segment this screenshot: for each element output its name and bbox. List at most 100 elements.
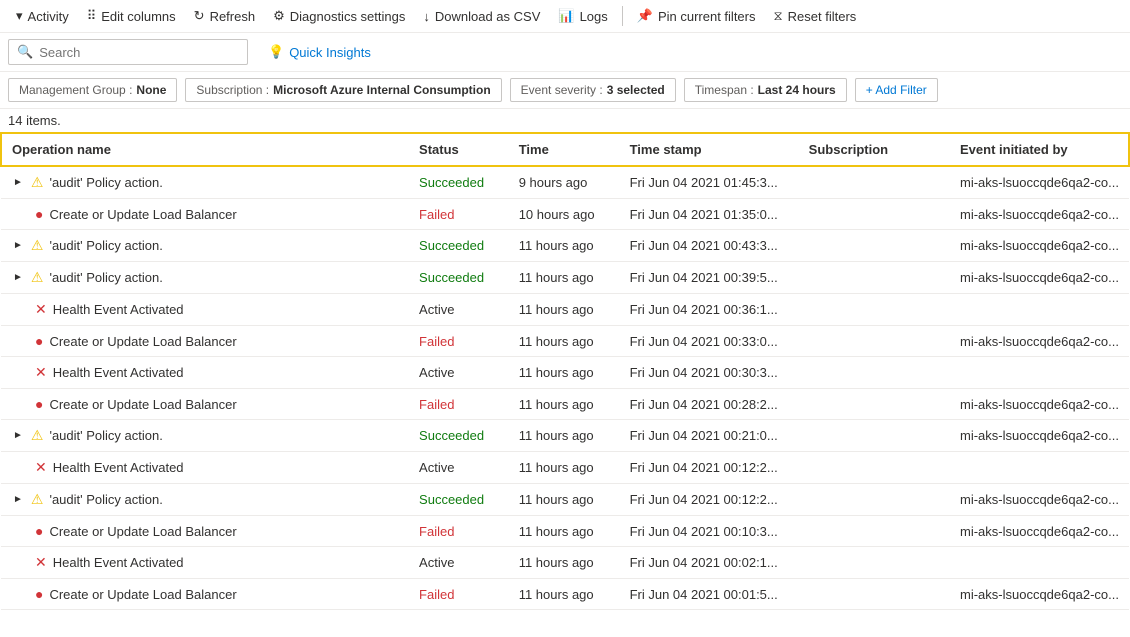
subscription-cell (799, 230, 950, 262)
edit-columns-button[interactable]: ⠿ Edit columns (79, 4, 184, 28)
table-row[interactable]: ► ⚠ 'audit' Policy action. Succeeded 9 h… (1, 166, 1129, 199)
table-row[interactable]: ► ⚠ 'audit' Policy action. Succeeded 11 … (1, 484, 1129, 516)
table-row[interactable]: ✕ Health Event Activated Active 11 hours… (1, 452, 1129, 484)
status-cell: Failed (409, 389, 509, 420)
subscription-cell (799, 579, 950, 610)
operation-name: 'audit' Policy action. (49, 492, 162, 507)
refresh-button[interactable]: ↻ Refresh (186, 4, 263, 28)
health-error-icon: ✕ (35, 554, 47, 571)
expand-button[interactable]: ► (11, 494, 25, 505)
table-row[interactable]: ► ⚠ 'audit' Policy action. Succeeded 11 … (1, 262, 1129, 294)
operation-name: Health Event Activated (53, 460, 184, 475)
initiated-cell (950, 547, 1129, 579)
search-icon: 🔍 (17, 44, 33, 60)
filter-val-2: 3 selected (607, 83, 665, 97)
table-row[interactable]: ● Create or Update Load Balancer Failed … (1, 579, 1129, 610)
logs-button[interactable]: 📊 Logs (550, 4, 615, 28)
timestamp-cell: Fri Jun 04 2021 00:02:1... (620, 547, 799, 579)
timestamp-cell: Fri Jun 04 2021 00:43:3... (620, 230, 799, 262)
subscription-cell (799, 452, 950, 484)
table-row[interactable]: ✕ Health Event Activated Active 11 hours… (1, 294, 1129, 326)
download-button[interactable]: ↓ Download as CSV (415, 5, 548, 28)
pin-filters-button[interactable]: 📌 Pin current filters (629, 4, 764, 28)
operation-cell: ► ⚠ 'audit' Policy action. (1, 484, 409, 516)
col-header-timestamp[interactable]: Time stamp (620, 133, 799, 166)
time-cell: 9 hours ago (509, 166, 620, 199)
initiated-cell: mi-aks-lsuoccqde6qa2-co... (950, 389, 1129, 420)
error-icon: ● (35, 586, 43, 602)
operation-name: Health Event Activated (53, 365, 184, 380)
reset-filters-button[interactable]: ⧖ Reset filters (766, 4, 865, 28)
table-row[interactable]: ► ⚠ 'audit' Policy action. Succeeded 11 … (1, 420, 1129, 452)
table-row[interactable]: ● Create or Update Load Balancer Failed … (1, 389, 1129, 420)
initiated-cell (950, 452, 1129, 484)
diagnostics-button[interactable]: ⚙ Diagnostics settings (265, 4, 413, 28)
operation-name: Create or Update Load Balancer (49, 524, 236, 539)
filter-event-severity[interactable]: Event severity : 3 selected (510, 78, 676, 102)
search-input[interactable] (39, 45, 239, 60)
timestamp-cell: Fri Jun 04 2021 00:39:5... (620, 262, 799, 294)
search-box: 🔍 (8, 39, 248, 65)
operation-name: Health Event Activated (53, 555, 184, 570)
col-header-time[interactable]: Time (509, 133, 620, 166)
filter-val-3: Last 24 hours (758, 83, 836, 97)
timestamp-cell: Fri Jun 04 2021 00:30:3... (620, 357, 799, 389)
initiated-cell: mi-aks-lsuoccqde6qa2-co... (950, 166, 1129, 199)
col-header-status[interactable]: Status (409, 133, 509, 166)
operation-cell: ✕ Health Event Activated (1, 294, 409, 326)
filter-val-1: Microsoft Azure Internal Consumption (273, 83, 491, 97)
status-cell: Active (409, 547, 509, 579)
operation-name: Create or Update Load Balancer (49, 397, 236, 412)
table-container: Operation name Status Time Time stamp Su… (0, 132, 1130, 610)
reset-icon: ⧖ (774, 8, 783, 24)
error-icon: ● (35, 206, 43, 222)
filter-timespan[interactable]: Timespan : Last 24 hours (684, 78, 847, 102)
col-header-operation[interactable]: Operation name (1, 133, 409, 166)
filter-key-2: Event severity : (521, 83, 603, 97)
activity-button[interactable]: ▾ Activity (8, 4, 77, 28)
expand-button[interactable]: ► (11, 177, 25, 188)
download-icon: ↓ (423, 9, 430, 24)
operation-name: Create or Update Load Balancer (49, 207, 236, 222)
subscription-cell (799, 357, 950, 389)
timestamp-cell: Fri Jun 04 2021 00:28:2... (620, 389, 799, 420)
operation-cell: ► ⚠ 'audit' Policy action. (1, 420, 409, 452)
operation-name: Create or Update Load Balancer (49, 587, 236, 602)
col-header-subscription[interactable]: Subscription (799, 133, 950, 166)
expand-button[interactable]: ► (11, 240, 25, 251)
time-cell: 11 hours ago (509, 230, 620, 262)
reset-label: Reset filters (788, 9, 857, 24)
table-row[interactable]: ✕ Health Event Activated Active 11 hours… (1, 357, 1129, 389)
search-row: 🔍 💡 Quick Insights (0, 33, 1130, 72)
timestamp-cell: Fri Jun 04 2021 00:10:3... (620, 516, 799, 547)
download-label: Download as CSV (435, 9, 541, 24)
operation-name: Health Event Activated (53, 302, 184, 317)
warning-icon: ⚠ (31, 174, 44, 191)
table-row[interactable]: ● Create or Update Load Balancer Failed … (1, 199, 1129, 230)
warning-icon: ⚠ (31, 427, 44, 444)
col-header-initiated[interactable]: Event initiated by (950, 133, 1129, 166)
activity-icon: ▾ (16, 8, 23, 24)
table-row[interactable]: ● Create or Update Load Balancer Failed … (1, 516, 1129, 547)
expand-button[interactable]: ► (11, 430, 25, 441)
timestamp-cell: Fri Jun 04 2021 00:21:0... (620, 420, 799, 452)
expand-button[interactable]: ► (11, 272, 25, 283)
separator (622, 6, 623, 26)
add-filter-button[interactable]: + Add Filter (855, 78, 938, 102)
refresh-label: Refresh (210, 9, 256, 24)
table-row[interactable]: ● Create or Update Load Balancer Failed … (1, 326, 1129, 357)
filter-management-group[interactable]: Management Group : None (8, 78, 177, 102)
item-count: 14 items. (0, 109, 1130, 132)
lightbulb-icon: 💡 (268, 44, 284, 60)
table-row[interactable]: ► ⚠ 'audit' Policy action. Succeeded 11 … (1, 230, 1129, 262)
status-cell: Succeeded (409, 262, 509, 294)
initiated-cell: mi-aks-lsuoccqde6qa2-co... (950, 516, 1129, 547)
filter-subscription[interactable]: Subscription : Microsoft Azure Internal … (185, 78, 501, 102)
refresh-icon: ↻ (194, 8, 205, 24)
timestamp-cell: Fri Jun 04 2021 01:45:3... (620, 166, 799, 199)
operation-cell: ✕ Health Event Activated (1, 357, 409, 389)
table-row[interactable]: ✕ Health Event Activated Active 11 hours… (1, 547, 1129, 579)
operation-cell: ► ⚠ 'audit' Policy action. (1, 230, 409, 262)
subscription-cell (799, 262, 950, 294)
quick-insights-button[interactable]: 💡 Quick Insights (260, 40, 379, 64)
